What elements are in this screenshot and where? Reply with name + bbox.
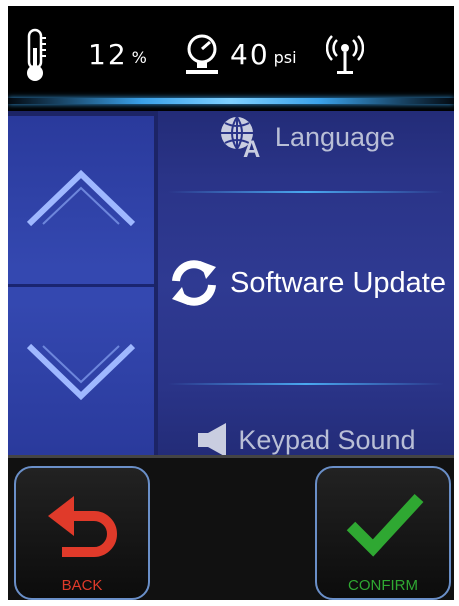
- scroll-up-button[interactable]: [8, 116, 154, 282]
- menu-separator: [168, 191, 444, 193]
- menu-item-keypad-sound[interactable]: Keypad Sound: [158, 417, 454, 455]
- wireless-antenna-icon: [326, 35, 364, 74]
- menu-item-label: Language: [274, 121, 396, 152]
- arrow-divider: [8, 284, 154, 287]
- wireless-indicator: [326, 34, 364, 76]
- device-screen: 12 % 40 psi A Language Software Update K…: [8, 6, 454, 600]
- speaker-icon: [198, 423, 227, 455]
- status-bar: 12 % 40 psi: [8, 6, 454, 104]
- refresh-icon: [171, 260, 216, 306]
- confirm-button[interactable]: CONFIRM: [315, 466, 451, 600]
- back-button[interactable]: BACK: [14, 466, 150, 600]
- humidity-value: 12: [88, 38, 128, 71]
- confirm-label: CONFIRM: [348, 577, 418, 594]
- status-divider: [8, 98, 454, 104]
- chevron-up-icon: [26, 169, 136, 227]
- back-arrow-icon: [48, 496, 117, 557]
- menu-item-label: Software Update: [229, 266, 446, 299]
- pressure-unit: psi: [273, 48, 297, 67]
- pressure-value: 40: [230, 38, 270, 71]
- scroll-arrows: [8, 116, 154, 455]
- chevron-down-icon: [26, 343, 136, 401]
- menu-item-language[interactable]: A Language: [158, 113, 454, 161]
- thermometer-indicator: [22, 28, 48, 84]
- checkmark-icon: [346, 493, 424, 557]
- scroll-down-button[interactable]: [8, 288, 154, 454]
- action-bar: BACK CONFIRM: [8, 455, 454, 600]
- globe-language-icon: A: [220, 116, 260, 159]
- menu-area: A Language Software Update Keypad Sound: [8, 111, 454, 455]
- menu-separator: [168, 383, 444, 385]
- back-label: BACK: [61, 577, 103, 594]
- thermometer-icon: [27, 28, 46, 81]
- humidity-readout: 12 %: [88, 38, 147, 71]
- menu-item-software-update[interactable]: Software Update: [158, 253, 454, 313]
- menu-item-label: Keypad Sound: [238, 424, 416, 455]
- settings-menu: A Language Software Update Keypad Sound: [158, 111, 454, 455]
- pressure-gauge-icon: [186, 34, 218, 74]
- svg-text:A: A: [243, 136, 260, 159]
- humidity-unit: %: [131, 48, 147, 67]
- pressure-indicator: [182, 32, 222, 76]
- pressure-readout: 40 psi: [230, 38, 297, 71]
